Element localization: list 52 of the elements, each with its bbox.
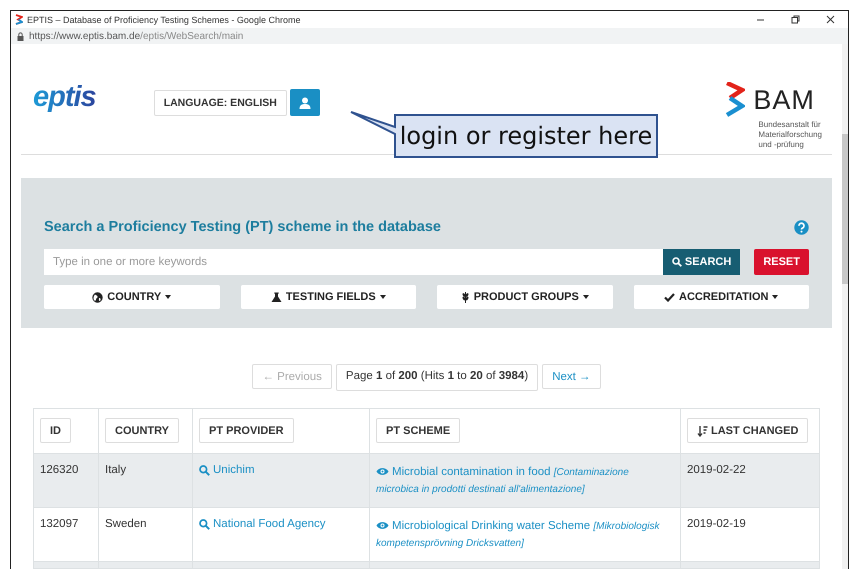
app-logo-icon	[15, 14, 23, 25]
table-cell: 2019-02-22	[687, 464, 746, 476]
column-header[interactable]: LAST CHANGED	[687, 418, 808, 443]
filter-dropdown[interactable]: TESTING FIELDS	[240, 285, 416, 309]
lock-icon	[17, 32, 24, 40]
wheat-icon	[460, 291, 470, 303]
column-header[interactable]: PT SCHEME	[376, 418, 460, 443]
language-button[interactable]: LANGUAGE: ENGLISH	[154, 90, 287, 116]
column-header[interactable]: ID	[40, 418, 71, 443]
caret-icon	[582, 295, 589, 299]
sort-icon	[697, 424, 708, 436]
scrollbar-thumb[interactable]	[842, 134, 848, 284]
column-header[interactable]: PT PROVIDER	[199, 418, 294, 443]
close-icon[interactable]	[826, 15, 835, 24]
restore-icon[interactable]	[791, 15, 800, 24]
reset-button[interactable]: RESET	[754, 249, 809, 275]
table-cell: Italy	[105, 464, 126, 476]
search-button[interactable]: SEARCH	[662, 249, 740, 275]
address-bar[interactable]: https://www.eptis.bam.de/eptis/WebSearch/main	[29, 30, 244, 42]
flask-icon	[270, 292, 282, 302]
bam-logo-icon	[725, 82, 746, 118]
help-icon[interactable]	[794, 220, 809, 234]
filter-dropdown[interactable]: ACCREDITATION	[634, 285, 809, 309]
callout-text: login or register here	[398, 121, 654, 152]
search-icon	[199, 464, 210, 476]
login-button[interactable]	[290, 89, 320, 116]
bam-subtitle: Bundesanstalt für Materialforschung und -prüfung	[758, 120, 822, 150]
caret-icon	[772, 295, 778, 299]
column-header[interactable]: COUNTRY	[105, 418, 179, 443]
search-icon	[672, 257, 682, 267]
user-icon	[298, 96, 311, 108]
previous-button: ← Previous	[252, 364, 332, 389]
caret-icon	[165, 295, 172, 299]
table-cell: 126320	[40, 464, 78, 476]
table-cell: Sweden	[105, 518, 147, 530]
globe-icon	[92, 292, 104, 302]
eye-icon	[376, 521, 389, 530]
page-status: Page 1 of 200 (Hits 1 to 20 of 3984)	[336, 364, 538, 391]
search-title: Search a Proficiency Testing (PT) scheme in the database	[44, 219, 442, 235]
next-button[interactable]: Next →	[542, 364, 601, 389]
eye-icon	[376, 467, 389, 476]
window-title: EPTIS – Database of Proficiency Testing Schemes - Google Chrome	[27, 14, 302, 24]
table-cell: 2019-02-19	[687, 518, 746, 530]
table-cell: 132097	[40, 518, 78, 530]
check-icon	[664, 292, 676, 302]
filter-dropdown[interactable]: COUNTRY	[44, 285, 220, 309]
bam-logo-text: BAM	[753, 84, 815, 116]
provider-link[interactable]: National Food Agency	[213, 518, 326, 530]
search-field[interactable]: Type in one or more keywords	[44, 249, 663, 275]
search-icon	[199, 518, 210, 530]
filter-dropdown[interactable]: PRODUCT GROUPS	[437, 285, 612, 309]
caret-icon	[380, 295, 386, 299]
